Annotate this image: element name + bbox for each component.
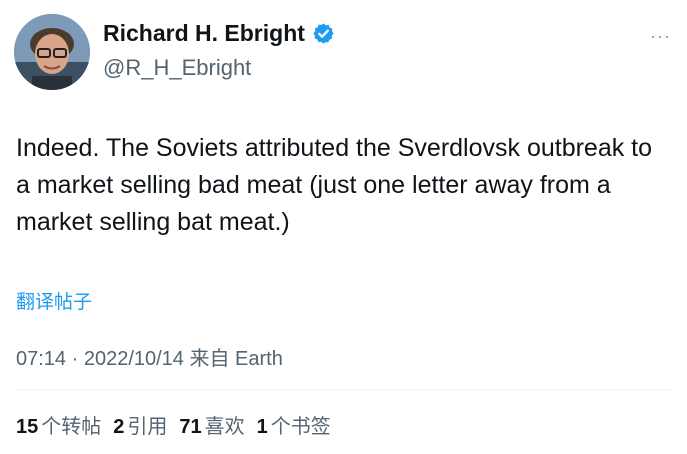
retweets-label: 个转帖 (41, 416, 102, 438)
translate-post-link[interactable]: 翻译帖子 (16, 287, 92, 314)
tweet-timestamp[interactable]: 07:14 · 2022/10/14 来自 Earth (16, 342, 283, 371)
likes-count: 71 (179, 416, 202, 438)
likes-label: 喜欢 (204, 416, 245, 438)
likes-stat[interactable]: 71 喜欢 (179, 410, 244, 439)
more-options-icon[interactable]: ··· (650, 26, 671, 47)
author-display-name[interactable]: Richard H. Ebright (103, 20, 305, 47)
engagement-stats: 15 个转帖 2 引用 71 喜欢 1 个书签 (16, 410, 331, 439)
bookmarks-count: 1 (256, 416, 268, 438)
bookmarks-label: 个书签 (270, 416, 331, 438)
verified-badge-icon (313, 23, 334, 44)
retweets-stat[interactable]: 15 个转帖 (16, 410, 101, 439)
bookmarks-stat[interactable]: 1 个书签 (257, 410, 331, 439)
avatar[interactable] (14, 14, 90, 90)
quotes-label: 引用 (127, 416, 168, 438)
tweet-text: Indeed. The Soviets attributed the Sverd… (16, 134, 653, 236)
author-handle[interactable]: @R_H_Ebright (103, 55, 251, 81)
author-name-row: Richard H. Ebright (103, 20, 335, 47)
avatar-image (14, 14, 90, 90)
quotes-count: 2 (113, 416, 125, 438)
retweets-count: 15 (16, 416, 39, 438)
quotes-stat[interactable]: 2 引用 (113, 410, 167, 439)
divider (16, 389, 671, 390)
